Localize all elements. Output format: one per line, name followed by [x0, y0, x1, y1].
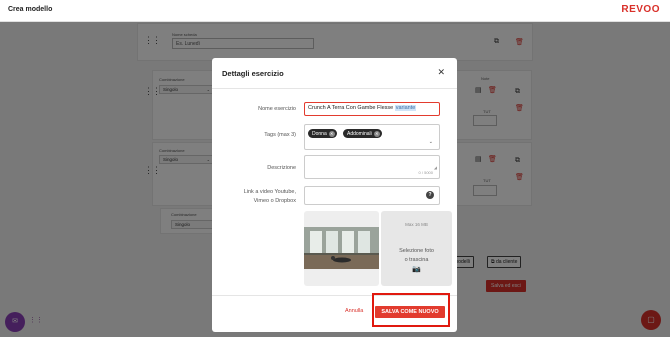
- chevron-down-icon[interactable]: ⌄: [429, 139, 433, 145]
- exercise-photo: [304, 227, 379, 269]
- divider: [212, 88, 457, 89]
- tag-chip-addominali: Addominali ✕: [343, 129, 382, 138]
- camera-icon: 📷: [412, 266, 421, 273]
- close-icon[interactable]: ✕: [328, 130, 335, 137]
- tags-label: Tags (max 3): [264, 132, 296, 138]
- modal-title: Dettagli esercizio: [222, 69, 284, 78]
- max-size-label: Max 16 MB: [405, 222, 428, 227]
- video-link-label-line2: Vimeo o Dropbox: [253, 198, 296, 204]
- exercise-image[interactable]: [304, 211, 379, 286]
- dropzone-text: Selezione foto o trascina: [399, 248, 434, 263]
- photo-upload-dropzone[interactable]: Max 16 MB Selezione foto o trascina 📷: [381, 211, 452, 286]
- nome-esercizio-label: Nome esercizio: [258, 106, 296, 112]
- close-icon[interactable]: ✕: [373, 130, 380, 137]
- cancel-button[interactable]: Annulla: [345, 308, 363, 314]
- nome-esercizio-value: Crunch A Terra Con Gambe Flesse variante: [308, 105, 417, 111]
- video-link-input[interactable]: ?: [304, 186, 440, 205]
- descrizione-counter: 0 / 5000: [418, 170, 433, 175]
- top-bar: Crea modello REVOO: [0, 0, 670, 22]
- nome-esercizio-input[interactable]: Crunch A Terra Con Gambe Flesse variante: [304, 102, 440, 116]
- highlight-box: [372, 293, 450, 327]
- tags-select[interactable]: Donna ✕ Addominali ✕ ⌄: [304, 124, 440, 150]
- brand-logo: REVOO: [621, 4, 660, 15]
- close-icon[interactable]: ✕: [437, 67, 445, 78]
- descrizione-textarea[interactable]: ◢ 0 / 5000: [304, 155, 440, 179]
- page-title: Crea modello: [8, 6, 53, 13]
- help-icon[interactable]: ?: [426, 191, 434, 199]
- exercise-details-modal: Dettagli esercizio ✕ Nome esercizio Crun…: [212, 58, 457, 332]
- tag-chip-donna: Donna ✕: [308, 129, 337, 138]
- video-link-label-line1: Link a video Youtube,: [243, 189, 296, 195]
- resize-handle-icon[interactable]: ◢: [434, 165, 437, 170]
- descrizione-label: Descrizione: [267, 165, 296, 171]
